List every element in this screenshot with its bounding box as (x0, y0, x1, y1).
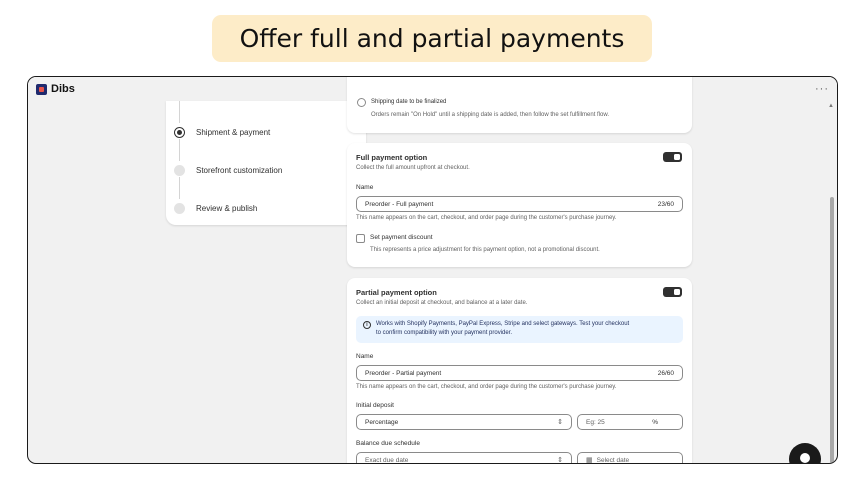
shipping-tbd-description: Orders remain "On Hold" until a shipping… (371, 112, 610, 118)
step-connector (179, 177, 180, 199)
partial-payment-title: Partial payment option (356, 288, 437, 297)
shipping-tbd-label: Shipping date to be finalized (371, 99, 447, 105)
step-active-icon (174, 127, 185, 138)
balance-schedule-label: Balance due schedule (356, 440, 420, 447)
shipping-tbd-radio[interactable] (357, 98, 366, 107)
partial-payment-toggle[interactable] (663, 287, 682, 297)
scrollbar-thumb[interactable] (830, 197, 834, 463)
shipping-option-card: Shipping date to be finalized Orders rem… (347, 77, 692, 133)
deposit-type-select[interactable]: Percentage ⇕ (356, 414, 572, 430)
calendar-icon: ▦ (586, 457, 593, 464)
step-pending-icon (174, 165, 185, 176)
banner-text: Works with Shopify Payments, PayPal Expr… (376, 320, 675, 338)
percent-suffix: % (652, 418, 658, 426)
banner-line: to confirm compatibility with your payme… (376, 330, 513, 336)
full-payment-card: Full payment option Collect the full amo… (347, 143, 692, 267)
step-review-publish[interactable]: Review & publish (174, 203, 257, 214)
dibs-logo-icon (36, 83, 47, 95)
app-window: Dibs ··· Shipment & payment Storefront c… (27, 76, 838, 464)
character-count: 23/60 (657, 200, 674, 208)
chat-support-button[interactable] (789, 443, 821, 463)
payment-discount-label: Set payment discount (370, 234, 433, 241)
select-chevron-icon: ⇕ (557, 457, 563, 464)
more-options-icon[interactable]: ··· (815, 83, 829, 95)
setup-steps-card: Shipment & payment Storefront customizat… (166, 101, 366, 225)
step-label: Shipment & payment (196, 128, 271, 137)
partial-payment-name-label: Name (356, 353, 374, 360)
banner-line: Works with Shopify Payments, PayPal Expr… (376, 321, 630, 327)
select-value: Exact due date (365, 456, 409, 464)
payment-discount-help: This represents a price adjustment for t… (370, 247, 600, 253)
partial-payment-card: Partial payment option Collect an initia… (347, 278, 692, 464)
full-payment-name-input[interactable]: Preorder - Full payment 23/60 (356, 196, 683, 212)
partial-payment-name-input[interactable]: Preorder - Partial payment 26/60 (356, 365, 683, 381)
step-connector (179, 101, 180, 123)
select-chevron-icon: ⇕ (557, 419, 563, 426)
balance-schedule-select[interactable]: Exact due date ⇕ (356, 452, 572, 464)
app-name: Dibs (51, 83, 75, 95)
step-shipment-payment[interactable]: Shipment & payment (174, 127, 270, 138)
headline-banner: Offer full and partial payments (212, 15, 652, 62)
input-value: Preorder - Partial payment (365, 369, 442, 377)
step-label: Review & publish (196, 204, 258, 213)
initial-deposit-label: Initial deposit (356, 402, 394, 409)
full-payment-toggle[interactable] (663, 152, 682, 162)
full-payment-name-help: This name appears on the cart, checkout,… (356, 215, 617, 221)
step-label: Storefront customization (196, 166, 283, 175)
select-value: Percentage (365, 418, 399, 426)
partial-payment-name-help: This name appears on the cart, checkout,… (356, 384, 617, 390)
balance-date-input[interactable]: ▦ Select date (577, 452, 683, 464)
step-storefront-customization[interactable]: Storefront customization (174, 165, 282, 176)
input-placeholder: Eg: 25 (586, 418, 605, 426)
input-placeholder: Select date (596, 456, 630, 464)
character-count: 26/60 (657, 369, 674, 377)
payment-discount-checkbox[interactable] (356, 234, 365, 243)
step-pending-icon (174, 203, 185, 214)
deposit-amount-input[interactable]: Eg: 25 % (577, 414, 683, 430)
step-connector (179, 139, 180, 161)
scroll-up-icon[interactable]: ▲ (828, 103, 834, 109)
full-payment-subtitle: Collect the full amount upfront at check… (356, 165, 470, 171)
full-payment-name-label: Name (356, 184, 374, 191)
full-payment-title: Full payment option (356, 153, 428, 162)
input-value: Preorder - Full payment (365, 200, 434, 208)
info-icon: i (363, 321, 371, 329)
partial-payment-subtitle: Collect an initial deposit at checkout, … (356, 300, 528, 306)
gateway-info-banner: i Works with Shopify Payments, PayPal Ex… (356, 316, 683, 343)
